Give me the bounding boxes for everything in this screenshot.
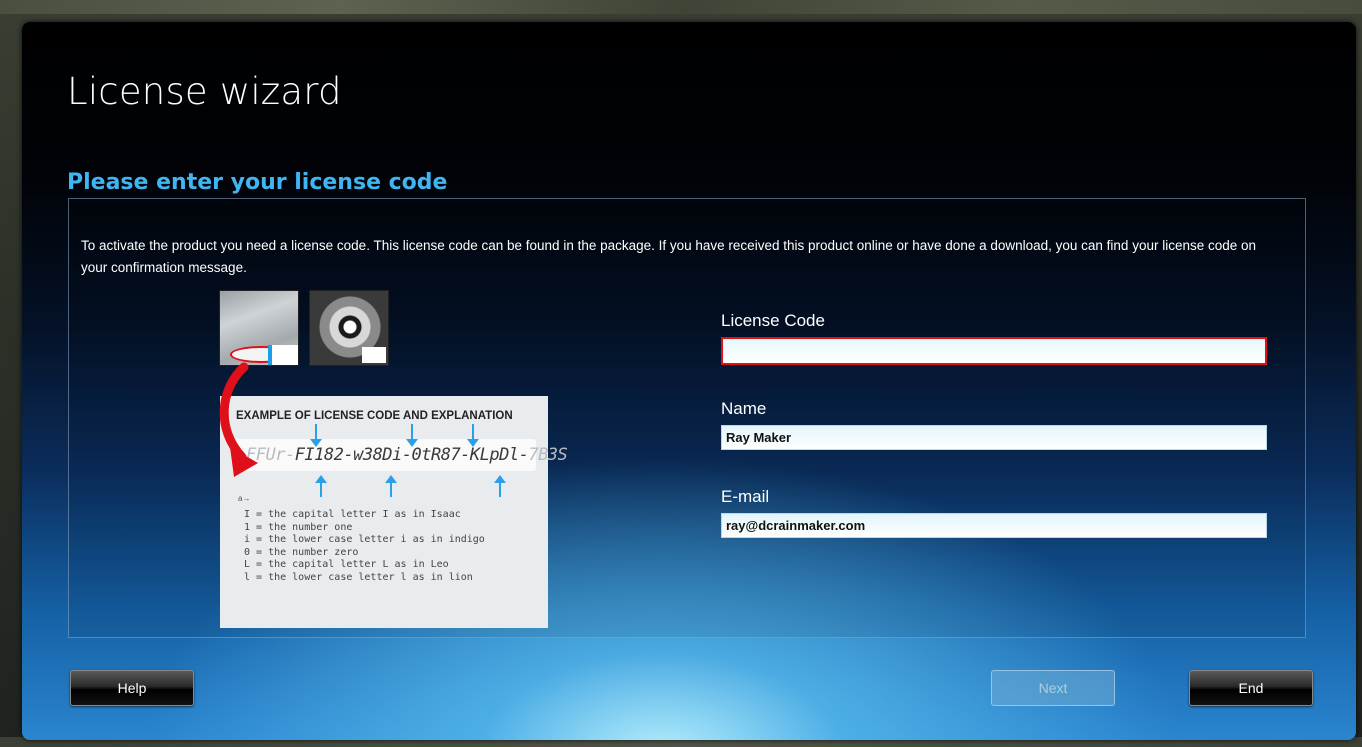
content-panel: To activate the product you need a licen… [68,198,1306,638]
license-code-label: License Code [721,311,825,330]
legend-line: 1 = the number one [244,521,353,533]
disc-thumbnail [309,290,389,366]
legend-line: L = the capital letter L as in Leo [244,559,449,570]
help-button[interactable]: Help [70,670,194,706]
license-wizard-dialog: License wizard Please enter your license… [22,22,1356,740]
legend-line: l = the lower case letter l as in lion [244,571,473,583]
disc-logo-area [362,347,386,363]
legend-line: i = the lower case letter i as in indigo [244,534,485,545]
arrow-up-icon [385,475,397,497]
arrow-down-icon [310,424,322,447]
section-heading: Please enter your license code [67,170,448,195]
background-map-top [0,0,1362,14]
red-curved-arrow-icon [219,362,258,477]
example-heading: EXAMPLE OF LICENSE CODE AND EXPLANATION [236,410,513,422]
email-input[interactable] [721,513,1267,538]
name-input[interactable] [721,425,1267,450]
instructions-text: To activate the product you need a licen… [81,238,1257,275]
name-label: Name [721,399,767,418]
legend-line: 0 = the number zero [244,546,359,558]
package-thumbnail [219,290,299,366]
example-code-main: FI182-w38Di-0tR87-KLpDl- [294,445,529,465]
dialog-title: License wizard [67,70,342,113]
example-license-code: FFUr-FI182-w38Di-0tR87-KLpDl-7B3S [246,445,568,465]
license-code-input[interactable] [721,337,1267,365]
next-button[interactable]: Next [991,670,1115,706]
character-legend: I = the capital letter I as in Isaac 1 =… [244,509,485,584]
arrow-down-icon [406,424,418,447]
arrow-up-icon [315,475,327,497]
arrow-down-icon [467,424,479,447]
legend-line: I = the capital letter I as in Isaac [244,509,461,520]
end-button[interactable]: End [1189,670,1313,706]
arrow-up-icon [494,475,506,497]
email-label: E-mail [721,487,770,506]
example-mark: a→ [238,494,251,503]
example-code-end: 7B3S [528,445,568,465]
